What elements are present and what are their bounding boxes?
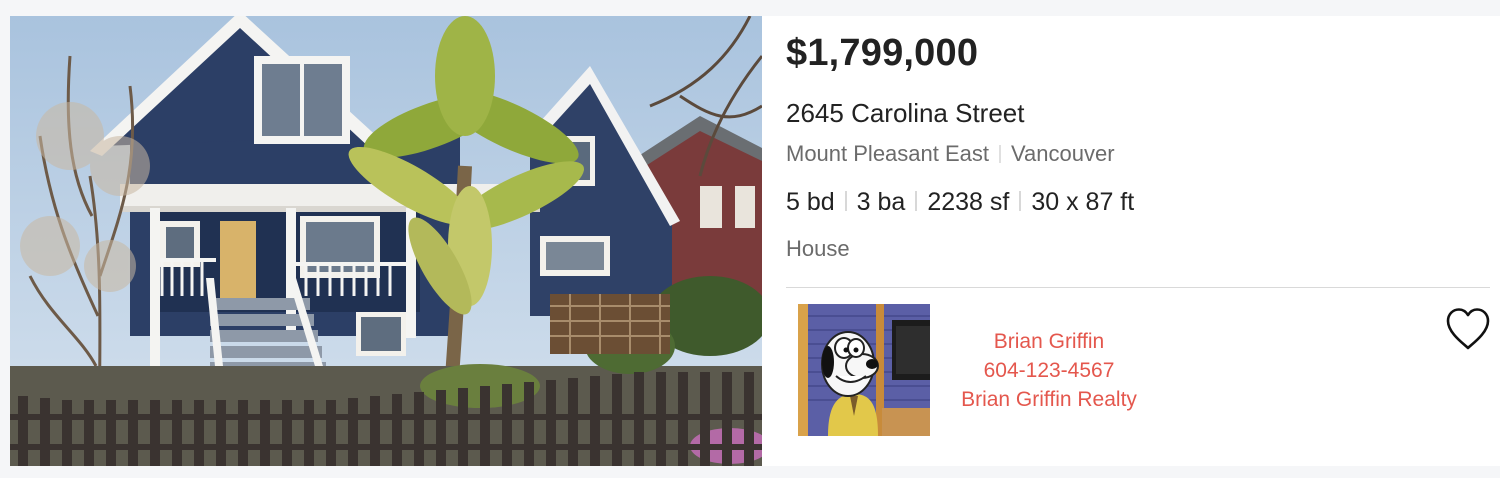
listing-address[interactable]: 2645 Carolina Street <box>786 98 1024 129</box>
baths-label: 3 ba <box>856 188 906 216</box>
section-divider <box>786 287 1490 288</box>
heart-outline-icon <box>1446 308 1490 350</box>
listing-photo[interactable] <box>10 16 762 466</box>
agent-brokerage[interactable]: Brian Griffin Realty <box>930 385 1168 414</box>
neighborhood-label: Mount Pleasant East <box>786 141 990 166</box>
favorite-button[interactable] <box>1444 306 1492 352</box>
listing-details: $1,799,000 2645 Carolina Street Mount Pl… <box>786 16 1500 466</box>
specs-separator <box>915 191 918 212</box>
specs-separator <box>844 191 847 212</box>
listing-location: Mount Pleasant East Vancouver <box>786 141 1115 167</box>
location-separator <box>999 144 1002 163</box>
agent-avatar[interactable] <box>798 304 930 436</box>
agent-info[interactable]: Brian Griffin 604-123-4567 Brian Griffin… <box>930 327 1168 414</box>
lot-size-label: 30 x 87 ft <box>1031 188 1135 216</box>
listing-price[interactable]: $1,799,000 <box>786 32 978 75</box>
area-label: 2238 sf <box>927 188 1010 216</box>
listing-specs: 5 bd 3 ba 2238 sf 30 x 87 ft <box>786 188 1134 217</box>
specs-separator <box>1019 191 1022 212</box>
city-label: Vancouver <box>1011 141 1115 166</box>
listing-card[interactable]: $1,799,000 2645 Carolina Street Mount Pl… <box>10 16 1500 466</box>
beds-label: 5 bd <box>786 188 835 216</box>
property-type: House <box>786 236 850 261</box>
agent-phone[interactable]: 604-123-4567 <box>930 356 1168 385</box>
agent-name[interactable]: Brian Griffin <box>930 327 1168 356</box>
